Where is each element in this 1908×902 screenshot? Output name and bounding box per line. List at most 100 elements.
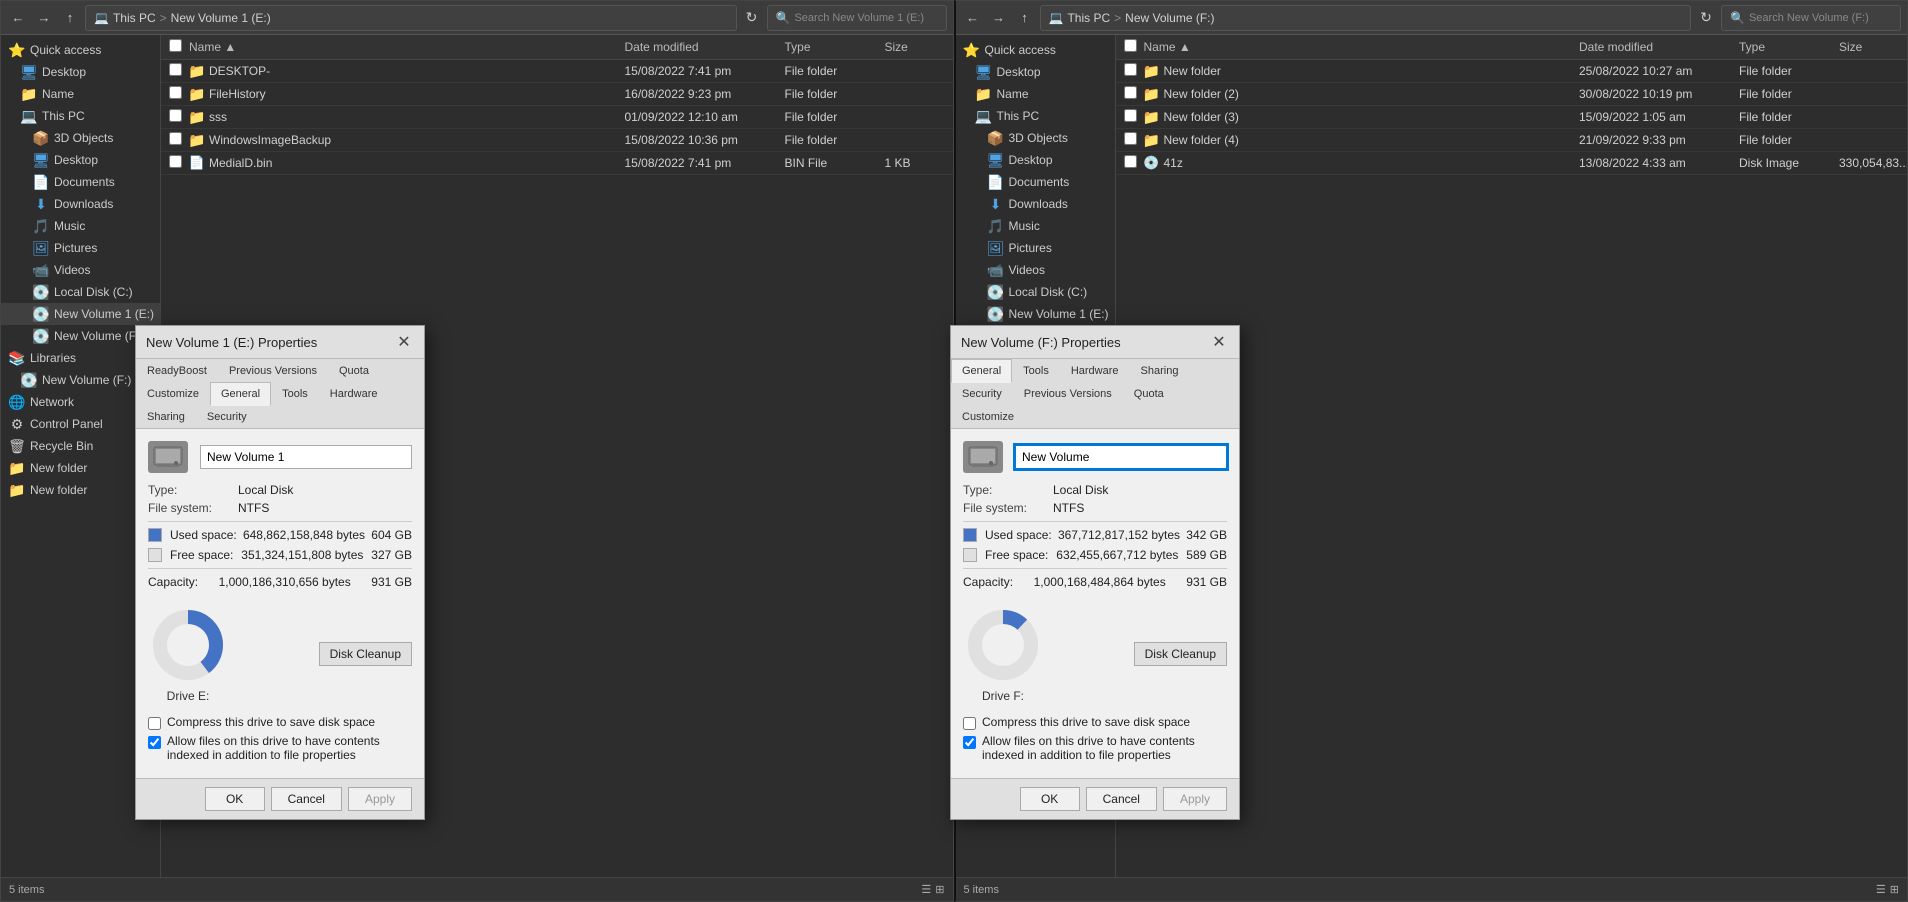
tab-previous-versions-f[interactable]: Previous Versions xyxy=(1013,382,1123,406)
sidebar-item-quick-access-left[interactable]: ⭐ Quick access xyxy=(1,39,160,61)
view-list-icon-left[interactable]: ☰ xyxy=(921,883,931,896)
table-row[interactable]: 💿41z 13/08/2022 4:33 am Disk Image 330,0… xyxy=(1116,152,1908,175)
drive-name-input-e[interactable] xyxy=(200,445,412,469)
sidebar-item-music-left[interactable]: 🎵 Music xyxy=(1,215,160,237)
col-name-header-left[interactable]: Name ▲ xyxy=(189,40,625,54)
sidebar-item-documents-left[interactable]: 📄 Documents xyxy=(1,171,160,193)
tab-customize-e[interactable]: Customize xyxy=(136,382,210,406)
ok-button-e[interactable]: OK xyxy=(205,787,265,811)
sidebar-item-music-right[interactable]: 🎵 Music xyxy=(956,215,1115,237)
sidebar-item-desktop-left[interactable]: 🖥 Desktop xyxy=(1,61,160,83)
cancel-button-e[interactable]: Cancel xyxy=(271,787,342,811)
col-name-header-right[interactable]: Name ▲ xyxy=(1144,40,1580,54)
sidebar-item-videos-right[interactable]: 📹 Videos xyxy=(956,259,1115,281)
tab-tools-e[interactable]: Tools xyxy=(271,382,319,406)
tab-general-e[interactable]: General xyxy=(210,382,271,406)
tab-hardware-f[interactable]: Hardware xyxy=(1060,359,1130,383)
cancel-button-f[interactable]: Cancel xyxy=(1086,787,1157,811)
search-box-right[interactable]: 🔍 Search New Volume (F:) xyxy=(1721,5,1901,31)
disk-cleanup-button-e[interactable]: Disk Cleanup xyxy=(319,642,412,666)
table-row[interactable]: 📁New folder (3) 15/09/2022 1:05 am File … xyxy=(1116,106,1908,129)
index-checkbox-f[interactable] xyxy=(963,736,976,749)
table-row[interactable]: 📁WindowsImageBackup 15/08/2022 10:36 pm … xyxy=(161,129,953,152)
up-button-right[interactable]: ↑ xyxy=(1014,7,1036,29)
up-button-left[interactable]: ↑ xyxy=(59,7,81,29)
dialog-close-button-e[interactable]: ✕ xyxy=(394,332,414,352)
col-type-header-right[interactable]: Type xyxy=(1739,40,1839,54)
sidebar-item-name-right[interactable]: 📁 Name xyxy=(956,83,1115,105)
sidebar-item-3d-right[interactable]: 📦 3D Objects xyxy=(956,127,1115,149)
refresh-button-right[interactable]: ↻ xyxy=(1695,7,1717,29)
col-type-header-left[interactable]: Type xyxy=(785,40,885,54)
back-button-right[interactable]: ← xyxy=(962,7,984,29)
refresh-button-left[interactable]: ↻ xyxy=(741,7,763,29)
table-row[interactable]: 📁New folder (4) 21/09/2022 9:33 pm File … xyxy=(1116,129,1908,152)
row-check[interactable] xyxy=(1124,155,1137,168)
tab-sharing-e[interactable]: Sharing xyxy=(136,405,196,429)
sidebar-item-thispc-left[interactable]: 💻 This PC xyxy=(1,105,160,127)
col-date-header-right[interactable]: Date modified xyxy=(1579,40,1739,54)
ok-button-f[interactable]: OK xyxy=(1020,787,1080,811)
apply-button-e[interactable]: Apply xyxy=(348,787,412,811)
table-row[interactable]: 📁New folder 25/08/2022 10:27 am File fol… xyxy=(1116,60,1908,83)
sidebar-item-desktop2-right[interactable]: 🖥 Desktop xyxy=(956,149,1115,171)
disk-cleanup-button-f[interactable]: Disk Cleanup xyxy=(1134,642,1227,666)
index-checkbox-e[interactable] xyxy=(148,736,161,749)
view-list-icon-right[interactable]: ☰ xyxy=(1876,883,1886,896)
row-check[interactable] xyxy=(1124,132,1137,145)
row-check[interactable] xyxy=(1124,109,1137,122)
back-button-left[interactable]: ← xyxy=(7,7,29,29)
sidebar-item-localc-right[interactable]: 💽 Local Disk (C:) xyxy=(956,281,1115,303)
sidebar-item-name-left[interactable]: 📁 Name xyxy=(1,83,160,105)
tab-general-f[interactable]: General xyxy=(951,359,1012,383)
select-all-right[interactable] xyxy=(1124,39,1137,52)
table-row[interactable]: 📄MedialD.bin 15/08/2022 7:41 pm BIN File… xyxy=(161,152,953,175)
table-row[interactable]: 📁DESKTOP- 15/08/2022 7:41 pm File folder xyxy=(161,60,953,83)
address-path-right[interactable]: 💻 This PC > New Volume (F:) xyxy=(1040,5,1692,31)
row-check[interactable] xyxy=(169,63,182,76)
forward-button-left[interactable]: → xyxy=(33,7,55,29)
sidebar-item-pictures-left[interactable]: 🖼 Pictures xyxy=(1,237,160,259)
sidebar-item-3d-left[interactable]: 📦 3D Objects xyxy=(1,127,160,149)
row-check[interactable] xyxy=(1124,86,1137,99)
table-row[interactable]: 📁New folder (2) 30/08/2022 10:19 pm File… xyxy=(1116,83,1908,106)
drive-name-input-f[interactable] xyxy=(1015,445,1227,469)
sidebar-item-desktop-right[interactable]: 🖥 Desktop xyxy=(956,61,1115,83)
sidebar-item-vole-left[interactable]: 💽 New Volume 1 (E:) xyxy=(1,303,160,325)
tab-security-e[interactable]: Security xyxy=(196,405,258,429)
sidebar-item-downloads-left[interactable]: ⬇ Downloads xyxy=(1,193,160,215)
sidebar-item-thispc-right[interactable]: 💻 This PC xyxy=(956,105,1115,127)
tab-sharing-f[interactable]: Sharing xyxy=(1130,359,1190,383)
tab-hardware-e[interactable]: Hardware xyxy=(319,382,389,406)
compress-checkbox-f[interactable] xyxy=(963,717,976,730)
view-grid-icon-left[interactable]: ⊞ xyxy=(935,883,944,896)
compress-checkbox-e[interactable] xyxy=(148,717,161,730)
sidebar-item-pictures-right[interactable]: 🖼 Pictures xyxy=(956,237,1115,259)
sidebar-item-desktop2-left[interactable]: 🖥 Desktop xyxy=(1,149,160,171)
row-check[interactable] xyxy=(1124,63,1137,76)
forward-button-right[interactable]: → xyxy=(988,7,1010,29)
tab-tools-f[interactable]: Tools xyxy=(1012,359,1060,383)
search-box-left[interactable]: 🔍 Search New Volume 1 (E:) xyxy=(767,5,947,31)
sidebar-item-quick-access-right[interactable]: ⭐ Quick access xyxy=(956,39,1115,61)
tab-security-f[interactable]: Security xyxy=(951,382,1013,406)
address-path-left[interactable]: 💻 This PC > New Volume 1 (E:) xyxy=(85,5,737,31)
col-size-header-right[interactable]: Size xyxy=(1839,40,1899,54)
tab-readyboost-e[interactable]: ReadyBoost xyxy=(136,359,218,383)
view-grid-icon-right[interactable]: ⊞ xyxy=(1890,883,1899,896)
col-date-header-left[interactable]: Date modified xyxy=(625,40,785,54)
select-all-left[interactable] xyxy=(169,39,182,52)
row-check[interactable] xyxy=(169,109,182,122)
tab-previous-versions-e[interactable]: Previous Versions xyxy=(218,359,328,383)
sidebar-item-videos-left[interactable]: 📹 Videos xyxy=(1,259,160,281)
tab-customize-f[interactable]: Customize xyxy=(951,405,1025,429)
sidebar-item-vole-right[interactable]: 💽 New Volume 1 (E:) xyxy=(956,303,1115,325)
apply-button-f[interactable]: Apply xyxy=(1163,787,1227,811)
sidebar-item-downloads-right[interactable]: ⬇ Downloads xyxy=(956,193,1115,215)
row-check[interactable] xyxy=(169,86,182,99)
row-check[interactable] xyxy=(169,132,182,145)
sidebar-item-localc-left[interactable]: 💽 Local Disk (C:) xyxy=(1,281,160,303)
col-size-header-left[interactable]: Size xyxy=(885,40,945,54)
table-row[interactable]: 📁sss 01/09/2022 12:10 am File folder xyxy=(161,106,953,129)
tab-quota-f[interactable]: Quota xyxy=(1123,382,1175,406)
